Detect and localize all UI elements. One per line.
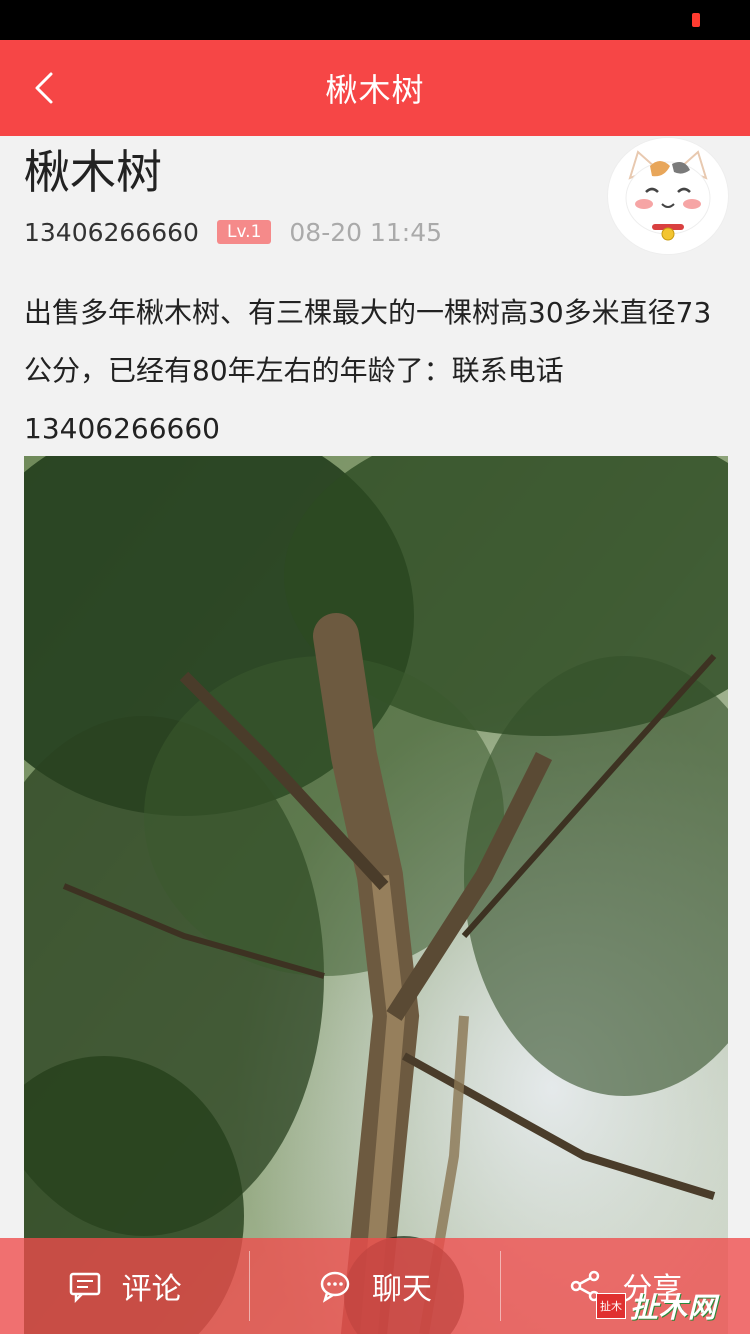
watermark-text: 扯木网 — [630, 1291, 718, 1324]
author-phone[interactable]: 13406266660 — [24, 218, 199, 247]
chat-bubble-icon — [320, 1271, 350, 1303]
chat-button[interactable]: 聊天 — [250, 1238, 499, 1334]
chevron-left-icon — [35, 72, 53, 104]
post-content: 出售多年楸木树、有三棵最大的一棵树高30多米直径73公分，已经有80年左右的年龄… — [24, 296, 712, 445]
comment-icon — [69, 1272, 100, 1303]
comment-label: 评论 — [121, 1272, 182, 1307]
page-title: 楸木树 — [325, 71, 425, 109]
post-meta: 13406266660 Lv.1 08-20 11:45 — [24, 214, 442, 250]
chat-label: 聊天 — [371, 1272, 432, 1307]
nav-bar: 楸木树 — [0, 40, 750, 136]
post-time: 08-20 11:45 — [289, 217, 443, 247]
site-watermark: 扯木 扯木网 — [596, 1286, 717, 1326]
tree-photo[interactable] — [24, 456, 728, 1334]
status-bar — [0, 0, 750, 40]
battery-icon — [692, 13, 700, 27]
watermark-badge: 扯木 — [596, 1293, 626, 1319]
tree-image — [24, 456, 728, 1334]
level-badge: Lv.1 — [216, 220, 272, 244]
post-title: 楸木树 — [24, 145, 162, 199]
back-button[interactable] — [14, 58, 74, 118]
cat-avatar-icon — [610, 138, 726, 254]
comment-button[interactable]: 评论 — [0, 1238, 249, 1334]
avatar[interactable] — [608, 138, 728, 254]
